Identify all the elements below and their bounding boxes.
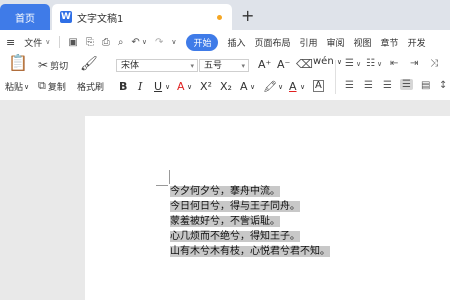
tab-sections[interactable]: 章节 <box>381 36 399 49</box>
document-title: 文字文稿1 <box>77 13 124 25</box>
decrease-indent-icon[interactable]: ⇤ <box>390 58 398 69</box>
margin-marker <box>156 185 168 186</box>
paste-label: 粘贴 <box>5 83 24 93</box>
selected-text: 山有木兮木有枝，心悦君兮君不知。 <box>170 246 330 257</box>
chevron-down-icon[interactable]: ∨ <box>165 83 170 91</box>
font-size-value: 五号 <box>204 61 223 71</box>
increase-indent-icon[interactable]: ⇥ <box>410 58 418 69</box>
chevron-down-icon[interactable]: ∨ <box>278 83 283 91</box>
format-painter-label[interactable]: 格式刷 <box>77 80 104 93</box>
pinyin-label: wén <box>313 56 334 67</box>
save-icon[interactable]: ▣ <box>68 37 77 48</box>
copy-button[interactable]: ⧉ 复制 <box>38 79 66 93</box>
chevron-down-icon[interactable]: ∨ <box>377 60 382 68</box>
chevron-down-icon: ▾ <box>241 62 245 70</box>
cut-label: 剪切 <box>50 61 69 72</box>
align-left-icon[interactable]: ☰ <box>345 80 354 91</box>
chevron-down-icon: ▾ <box>190 62 194 70</box>
font-size-select[interactable]: 五号 ▾ <box>199 59 249 72</box>
divider <box>335 60 336 94</box>
chevron-down-icon: ∨ <box>24 82 30 91</box>
tab-view[interactable]: 视图 <box>354 36 372 49</box>
tab-document[interactable]: W 文字文稿1 <box>52 4 232 30</box>
bullet-list-icon[interactable]: ☰ <box>345 58 354 69</box>
distributed-align-icon[interactable]: ▤ <box>421 80 430 91</box>
tab-review[interactable]: 审阅 <box>327 36 345 49</box>
file-menu[interactable]: 文件 ∨ <box>24 36 50 49</box>
document-line[interactable]: 蒙羞被好兮，不訾诟耻。 <box>170 214 330 229</box>
grow-font-button[interactable]: A⁺ <box>258 58 271 71</box>
tab-references[interactable]: 引用 <box>300 36 318 49</box>
chevron-down-icon[interactable]: ∨ <box>300 83 305 91</box>
selected-text: 蒙羞被好兮，不訾诟耻。 <box>170 216 280 227</box>
tab-insert[interactable]: 插入 <box>227 36 245 49</box>
menu-bar: ≡ 文件 ∨ ▣ ⎘ ⎙ ⌕ ↶ ∨ ↷ ∨ 开始 插入 页面布局 引用 审阅 … <box>0 30 450 54</box>
align-right-icon[interactable]: ☰ <box>383 80 392 91</box>
export-pdf-icon[interactable]: ⎘ <box>86 37 94 48</box>
copy-label: 复制 <box>47 82 66 93</box>
chevron-down-icon[interactable]: ∨ <box>250 83 255 91</box>
pinyin-guide-button[interactable]: wén ∨ <box>313 56 342 67</box>
tab-page-layout[interactable]: 页面布局 <box>254 36 290 49</box>
tab-developer[interactable]: 开发 <box>408 36 426 49</box>
redo-icon[interactable]: ↷ <box>155 37 163 48</box>
tab-bar: 首页 W 文字文稿1 + <box>0 0 450 30</box>
document-line[interactable]: 今日何日兮，得与王子同舟。 <box>170 199 330 214</box>
print-icon[interactable]: ⎙ <box>102 37 110 48</box>
document-line[interactable]: 心几烦而不绝兮，得知王子。 <box>170 229 330 244</box>
paste-icon[interactable]: 📋 <box>8 55 28 71</box>
chevron-down-icon[interactable]: ∨ <box>356 60 361 68</box>
numbered-list-icon[interactable]: ☷ <box>366 58 375 69</box>
text-effect-button[interactable]: A <box>240 80 248 93</box>
selected-text: 今日何日兮，得与王子同舟。 <box>170 201 300 212</box>
undo-icon[interactable]: ↶ <box>131 37 139 48</box>
chevron-down-icon[interactable]: ∨ <box>142 38 147 46</box>
chinese-layout-icon[interactable]: ⤨ <box>430 58 438 69</box>
tab-start[interactable]: 开始 <box>186 33 219 51</box>
align-center-icon[interactable]: ☰ <box>364 80 373 91</box>
divider <box>59 36 61 48</box>
font-name-select[interactable]: 宋体 ▾ <box>116 59 198 72</box>
shrink-font-button[interactable]: A⁻ <box>277 58 290 71</box>
scissors-icon: ✂ <box>38 58 49 72</box>
new-tab-button[interactable]: + <box>241 6 254 26</box>
unsaved-indicator <box>217 15 222 20</box>
print-preview-icon[interactable]: ⌕ <box>118 37 124 48</box>
font-name-value: 宋体 <box>121 61 140 71</box>
bold-button[interactable]: B <box>119 80 127 93</box>
document-line[interactable]: 今夕何夕兮，搴舟中流。 <box>170 184 330 199</box>
char-shading-button[interactable]: A <box>289 80 297 93</box>
italic-button[interactable]: I <box>138 80 142 93</box>
chevron-down-icon[interactable]: ∨ <box>187 83 192 91</box>
document-body[interactable]: 今夕何夕兮，搴舟中流。 今日何日兮，得与王子同舟。 蒙羞被好兮，不訾诟耻。 心几… <box>170 184 330 259</box>
hamburger-menu-icon[interactable]: ≡ <box>6 36 15 49</box>
justify-icon[interactable]: ☰ <box>400 79 413 90</box>
char-border-icon[interactable]: A <box>313 80 324 92</box>
underline-button[interactable]: U <box>154 80 162 93</box>
selected-text: 今夕何夕兮，搴舟中流。 <box>170 186 280 197</box>
copy-icon: ⧉ <box>38 79 46 92</box>
document-line[interactable]: 山有木兮木有枝，心悦君兮君不知。 <box>170 244 330 259</box>
paste-button[interactable]: 粘贴 ∨ <box>5 80 30 94</box>
document-icon: W <box>60 11 72 23</box>
superscript-button[interactable]: X² <box>200 80 212 93</box>
tab-home[interactable]: 首页 <box>0 4 50 30</box>
cut-button[interactable]: ✂ 剪切 <box>38 58 68 72</box>
chevron-down-icon: ∨ <box>45 38 51 46</box>
font-color-button[interactable]: A <box>177 80 185 93</box>
margin-marker <box>169 170 170 184</box>
line-spacing-icon[interactable]: ↕ <box>439 80 447 91</box>
format-painter-icon[interactable]: 🖌 <box>80 57 98 71</box>
selected-text: 心几烦而不绝兮，得知王子。 <box>170 231 300 242</box>
customize-toolbar-icon[interactable]: ∨ <box>171 38 176 46</box>
chevron-down-icon: ∨ <box>336 58 342 66</box>
subscript-button[interactable]: X₂ <box>220 80 232 93</box>
highlight-icon[interactable]: 🖍 <box>263 80 277 93</box>
clear-format-icon[interactable]: ⌫ <box>296 57 313 71</box>
ribbon-toolbar: 📋 粘贴 ∨ ✂ 剪切 ⧉ 复制 🖌 格式刷 宋体 ▾ 五号 ▾ A⁺ A⁻ ⌫… <box>0 54 450 101</box>
file-menu-label: 文件 <box>24 38 43 49</box>
